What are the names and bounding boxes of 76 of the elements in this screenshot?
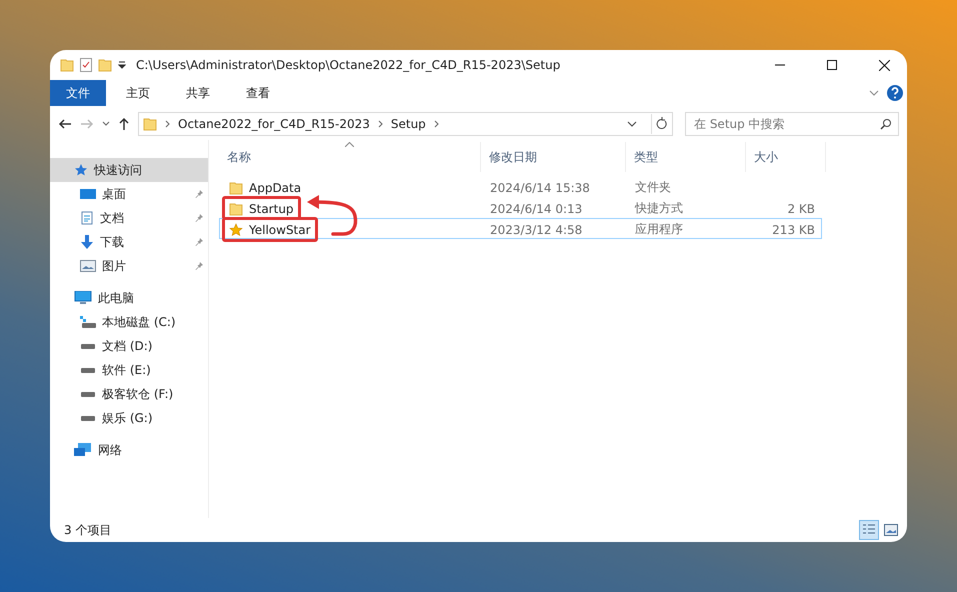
down-arrow-icon <box>80 235 94 249</box>
pin-icon[interactable] <box>194 261 204 271</box>
window-title: C:\Users\Administrator\Desktop\Octane2022_for_C4D_R15-2023\Setup <box>136 58 562 72</box>
file-row[interactable]: YellowStar 2023/3/12 4:58 应用程序 213 KB <box>219 218 822 239</box>
sidebar-item[interactable]: 图片 <box>50 254 208 278</box>
chevron-right-icon[interactable] <box>378 120 383 128</box>
desktop-icon <box>80 188 96 200</box>
ribbon-tab[interactable]: 查看 <box>230 80 286 106</box>
search-field[interactable]: 在 Setup 中搜索 <box>685 112 899 136</box>
date-cell-text: 2024/6/14 15:38 <box>489 180 591 194</box>
type-cell-text: 快捷方式 <box>634 200 684 217</box>
drive-icon <box>80 414 96 422</box>
date-cell-text: 2024/6/14 0:13 <box>489 202 584 216</box>
drive-icon <box>80 342 96 350</box>
size-cell-text: 213 KB <box>771 222 816 236</box>
sort-up-icon <box>345 142 354 147</box>
drive-icon <box>80 366 96 374</box>
pin-icon[interactable] <box>194 237 204 247</box>
date-cell-text: 2023/3/12 4:58 <box>489 222 584 236</box>
file-name: AppData <box>249 180 302 194</box>
picture-icon <box>884 524 898 536</box>
folder-icon <box>60 58 74 72</box>
sidebar-item[interactable]: 文档 (D:) <box>50 334 208 358</box>
sidebar-item[interactable]: 桌面 <box>50 182 208 206</box>
folder-icon <box>143 117 157 131</box>
close-icon <box>878 60 890 70</box>
file-row[interactable]: AppData 2024/6/14 15:38 文件夹 <box>219 176 822 197</box>
ribbon-tab[interactable]: 主页 <box>110 80 166 106</box>
sidebar-item[interactable]: 软件 (E:) <box>50 358 208 382</box>
document-icon <box>80 211 94 225</box>
new-folder-icon <box>98 58 112 72</box>
chevron-down-icon[interactable] <box>102 121 110 127</box>
up-arrow-icon[interactable] <box>118 117 130 131</box>
size-cell-text: 2 KB <box>786 202 816 216</box>
folder-icon <box>229 202 243 216</box>
column-header[interactable]: 修改日期 <box>481 142 626 172</box>
drive-icon <box>80 316 96 328</box>
chevron-right-icon[interactable] <box>434 120 439 128</box>
star-icon <box>74 163 88 177</box>
dropdown-icon[interactable] <box>118 61 126 69</box>
monitor-icon <box>74 291 92 305</box>
pin-icon[interactable] <box>194 189 204 199</box>
file-name: YellowStar <box>249 222 311 236</box>
maximize-icon <box>827 60 837 70</box>
picture-icon <box>80 260 96 272</box>
chevron-down-icon[interactable] <box>627 121 637 127</box>
drive-icon <box>80 390 96 398</box>
column-header[interactable]: 大小 <box>746 142 826 172</box>
address-bar[interactable]: Octane2022_for_C4D_R15-2023 Setup <box>138 112 673 136</box>
view-button[interactable] <box>859 520 879 540</box>
folder-icon <box>229 180 243 194</box>
ribbon-tab[interactable]: 共享 <box>170 80 226 106</box>
column-header[interactable]: 类型 <box>626 142 746 172</box>
sidebar-item[interactable]: 下载 <box>50 230 208 254</box>
breadcrumb-segment[interactable]: Octane2022_for_C4D_R15-2023 <box>178 117 370 131</box>
item-count: 3 个项目 <box>64 522 112 538</box>
network-icon <box>74 443 92 457</box>
sidebar-item[interactable]: 网络 <box>50 438 208 462</box>
sidebar-item[interactable]: 本地磁盘 (C:) <box>50 310 208 334</box>
sidebar-item[interactable]: 此电脑 <box>50 286 208 310</box>
sidebar-item[interactable]: 文档 <box>50 206 208 230</box>
pin-icon[interactable] <box>194 213 204 223</box>
sidebar-item[interactable]: 极客软仓 (F:) <box>50 382 208 406</box>
properties-icon[interactable] <box>80 58 92 72</box>
search-icon[interactable] <box>880 118 892 130</box>
file-name: Startup <box>249 202 294 216</box>
type-cell-text: 文件夹 <box>634 179 672 196</box>
column-header[interactable]: 名称 <box>219 142 481 172</box>
ribbon-tab[interactable]: 文件 <box>50 80 106 106</box>
back-arrow-icon[interactable] <box>58 118 72 130</box>
chevron-right-icon[interactable] <box>165 120 170 128</box>
star-icon <box>229 222 243 236</box>
type-cell-text: 应用程序 <box>634 221 684 238</box>
breadcrumb-segment[interactable]: Setup <box>390 117 426 131</box>
sidebar-item[interactable]: 快速访问 <box>50 158 208 182</box>
sidebar-item[interactable]: 娱乐 (G:) <box>50 406 208 430</box>
